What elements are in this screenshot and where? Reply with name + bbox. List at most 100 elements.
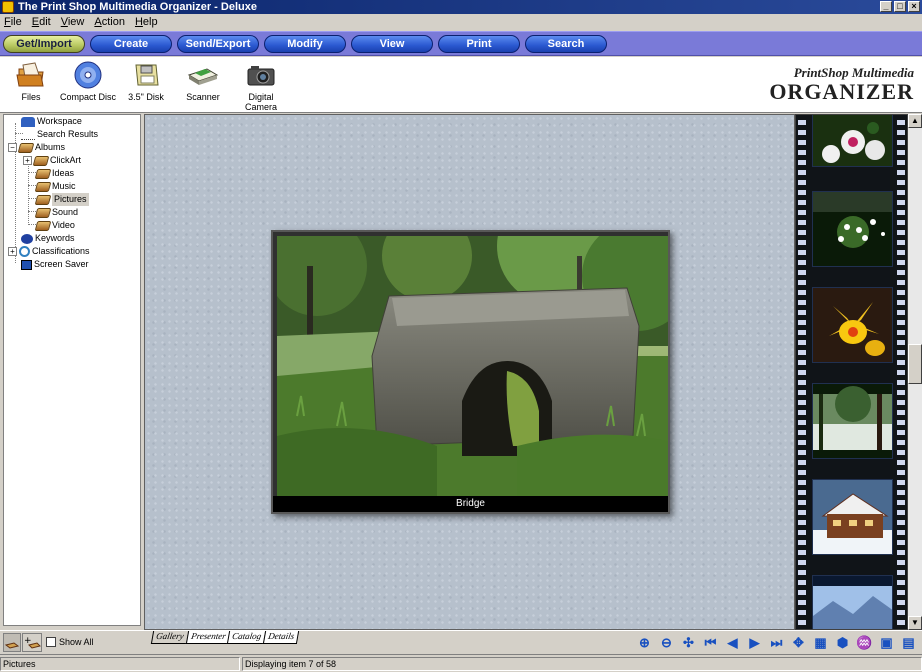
files-label: Files xyxy=(21,92,41,102)
tree-item-pictures[interactable]: Pictures xyxy=(34,193,89,206)
tab-catalog[interactable]: Catalog xyxy=(227,631,267,644)
search-button[interactable]: Search xyxy=(525,34,607,53)
folder-icon xyxy=(15,61,47,89)
digital-camera-tool[interactable]: Digital Camera xyxy=(231,61,291,112)
scroll-thumb[interactable] xyxy=(908,344,922,384)
viewer-controls: ⊕ ⊖ ✣ ⏮ ◀ ▶ ⏭ ✥ ▦ ⬢ ♒ ▣ ▤ xyxy=(635,634,918,652)
last-item-icon[interactable]: ⏭ xyxy=(767,634,786,652)
maximize-button[interactable]: □ xyxy=(894,1,906,12)
thumbnail-chalet-in-snow[interactable] xyxy=(812,479,893,555)
zoom-out-icon[interactable]: ⊖ xyxy=(657,634,676,652)
photo-frame: Bridge xyxy=(271,230,670,514)
tree-item-albums[interactable]: − Albums xyxy=(8,141,65,154)
save-icon[interactable]: ▣ xyxy=(877,634,896,652)
album-view-button[interactable] xyxy=(3,633,21,652)
camera-icon xyxy=(245,61,277,89)
tree-item-ideas[interactable]: Ideas xyxy=(34,167,74,180)
tree-item-keywords[interactable]: Keywords xyxy=(21,232,75,245)
album-icon xyxy=(34,194,52,205)
album-icon xyxy=(34,220,52,231)
camera-label-2: Camera xyxy=(244,102,277,112)
album-icon xyxy=(34,207,52,218)
minimize-button[interactable]: _ xyxy=(880,1,892,12)
get-import-button[interactable]: Get/Import xyxy=(3,34,85,53)
tab-details[interactable]: Details xyxy=(263,631,300,644)
filmstrip xyxy=(795,114,908,630)
camera-label-1: Digital xyxy=(248,92,274,102)
print-button[interactable]: Print xyxy=(438,34,520,53)
tree-item-video[interactable]: Video xyxy=(34,219,75,232)
photo-caption: Bridge xyxy=(273,496,668,512)
tree-item-classifications[interactable]: + Classifications xyxy=(8,245,90,258)
main-photo[interactable] xyxy=(277,236,668,498)
scroll-down-arrow-icon[interactable]: ▼ xyxy=(908,616,922,630)
expand-icon[interactable]: + xyxy=(8,247,17,256)
vertical-scrollbar[interactable]: ▲ ▼ xyxy=(908,114,922,630)
thumbnail-mountain-landscape[interactable] xyxy=(812,575,893,629)
collapse-icon[interactable]: − xyxy=(8,143,17,152)
disk-label: 3.5" Disk xyxy=(128,92,164,102)
go-to-item-icon[interactable]: ✥ xyxy=(789,634,808,652)
floppy-disk-icon xyxy=(130,61,162,89)
scanner-icon xyxy=(187,61,219,89)
album-icon xyxy=(17,142,35,153)
status-bar: Pictures Displaying item 7 of 58 xyxy=(0,654,922,672)
first-item-icon[interactable]: ⏮ xyxy=(701,634,720,652)
album-icon xyxy=(34,168,52,179)
expand-icon[interactable]: + xyxy=(23,156,32,165)
tree-item-clipart[interactable]: + ClickArt xyxy=(23,154,81,167)
tab-presenter[interactable]: Presenter xyxy=(185,631,231,644)
modify-button[interactable]: Modify xyxy=(264,34,346,53)
show-all-checkbox[interactable] xyxy=(46,637,56,647)
menu-file[interactable]: File xyxy=(4,16,22,28)
files-tool[interactable]: Files xyxy=(1,61,61,102)
thumbnail-white-blossoms[interactable] xyxy=(812,191,893,267)
view-tabs: Gallery Presenter Catalog Details xyxy=(150,631,300,644)
thumbnail-yellow-orchid[interactable] xyxy=(812,287,893,363)
create-button[interactable]: Create xyxy=(90,34,172,53)
filmstrip-icon[interactable]: ▦ xyxy=(811,634,830,652)
cd-icon xyxy=(72,61,104,89)
menu-help[interactable]: Help xyxy=(135,16,158,28)
menu-edit[interactable]: Edit xyxy=(32,16,51,28)
album-icon xyxy=(32,155,50,166)
show-all-toggle[interactable]: Show All xyxy=(46,637,94,647)
window-title: The Print Shop Multimedia Organizer - De… xyxy=(18,1,257,13)
compact-disc-tool[interactable]: Compact Disc xyxy=(58,61,118,102)
brand-line-2: ORGANIZER xyxy=(769,79,914,104)
tree-item-sound[interactable]: Sound xyxy=(34,206,78,219)
status-location: Pictures xyxy=(0,657,240,671)
tab-gallery[interactable]: Gallery xyxy=(150,631,189,644)
disk-tool[interactable]: 3.5" Disk xyxy=(116,61,176,102)
fit-to-window-icon[interactable]: ✣ xyxy=(679,634,698,652)
thumbnail-white-flowers[interactable] xyxy=(812,115,893,167)
show-all-label: Show All xyxy=(59,637,94,647)
previous-item-icon[interactable]: ◀ xyxy=(723,634,742,652)
bottom-toolbar: + Show All Gallery Presenter Catalog Det… xyxy=(0,630,922,654)
scanner-tool[interactable]: Scanner xyxy=(173,61,233,102)
view-button[interactable]: View xyxy=(351,34,433,53)
add-album-button[interactable]: + xyxy=(22,633,42,652)
tree-item-music[interactable]: Music xyxy=(34,180,76,193)
send-export-button[interactable]: Send/Export xyxy=(177,34,259,53)
scanner-label: Scanner xyxy=(186,92,220,102)
sound-icon[interactable]: ♒ xyxy=(855,634,874,652)
tree-item-screen-saver[interactable]: Screen Saver xyxy=(21,258,89,271)
classifications-icon xyxy=(19,246,30,257)
menu-view[interactable]: View xyxy=(61,16,85,28)
keywords-icon xyxy=(21,233,33,244)
thumbnail-snowy-forest[interactable] xyxy=(812,383,893,459)
menu-action[interactable]: Action xyxy=(94,16,125,28)
tree-item-workspace[interactable]: Workspace xyxy=(21,115,82,128)
status-message: Displaying item 7 of 58 xyxy=(242,657,922,671)
zoom-in-icon[interactable]: ⊕ xyxy=(635,634,654,652)
properties-icon[interactable]: ▤ xyxy=(899,634,918,652)
import-toolbar: Files Compact Disc 3.5" Disk Scanner Dig… xyxy=(0,57,922,113)
next-item-icon[interactable]: ▶ xyxy=(745,634,764,652)
tree-item-search-results[interactable]: Search Results xyxy=(21,128,98,141)
album-icon xyxy=(34,181,52,192)
brand-logo: PrintShop Multimedia ORGANIZER xyxy=(769,65,914,103)
scroll-up-arrow-icon[interactable]: ▲ xyxy=(908,114,922,128)
close-button[interactable]: × xyxy=(908,1,920,12)
rotate-icon[interactable]: ⬢ xyxy=(833,634,852,652)
